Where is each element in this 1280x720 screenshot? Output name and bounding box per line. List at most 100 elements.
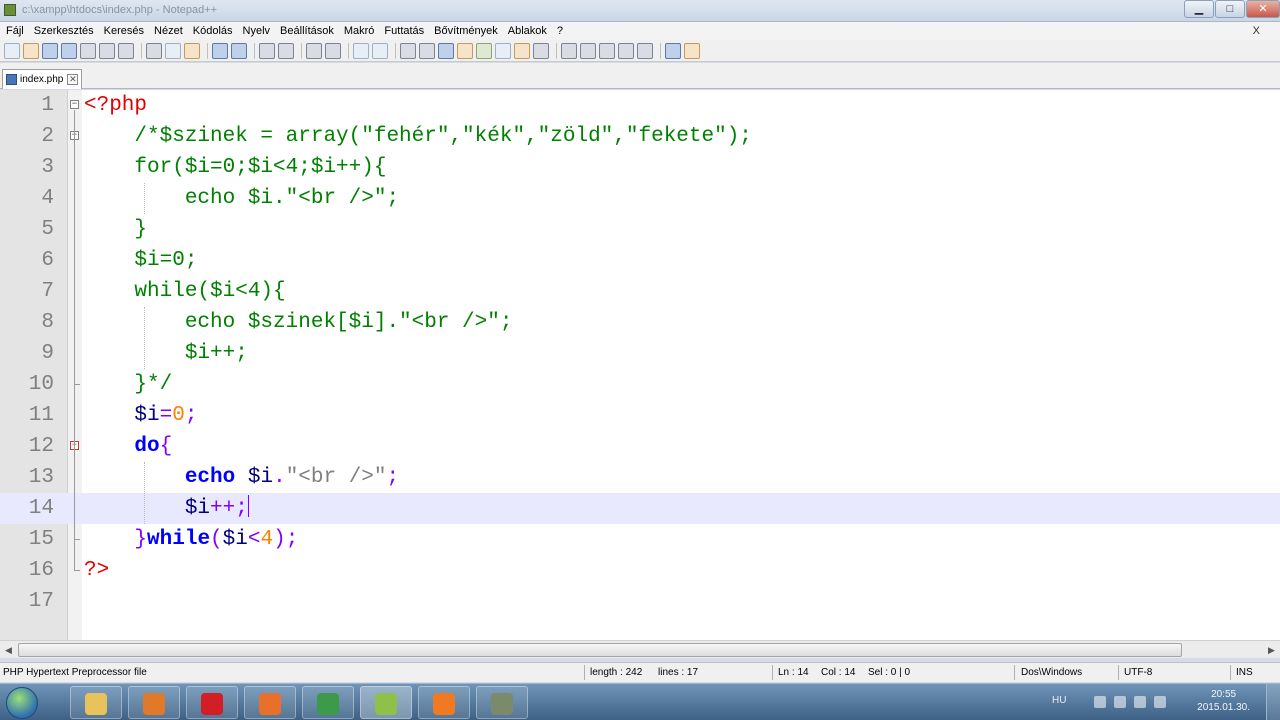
code-line[interactable]: 6 $i=0;	[0, 245, 1280, 276]
scroll-left-icon[interactable]: ◀	[0, 642, 17, 658]
menu-file[interactable]: Fájl	[6, 25, 24, 37]
start-button[interactable]	[6, 687, 38, 719]
menu-macro[interactable]: Makró	[344, 25, 375, 37]
code-editor[interactable]: 1 <?php 2 /*$szinek = array("fehér","kék",…	[0, 90, 1280, 640]
menu-settings[interactable]: Beállítások	[280, 25, 334, 37]
open-file-icon[interactable]	[23, 42, 39, 59]
show-all-chars-icon[interactable]	[419, 42, 435, 59]
zoom-out-icon[interactable]	[325, 42, 341, 59]
menu-edit[interactable]: Szerkesztés	[34, 25, 94, 37]
tray-arrow-icon[interactable]	[1094, 696, 1106, 708]
taskbar-app-button[interactable]	[128, 686, 180, 719]
network-icon[interactable]	[1134, 696, 1146, 708]
taskbar-app-button[interactable]	[244, 686, 296, 719]
word-wrap-icon[interactable]	[400, 42, 416, 59]
new-file-icon[interactable]	[4, 42, 20, 59]
fold-toggle-icon[interactable]: −	[70, 100, 79, 109]
monitor-icon[interactable]	[533, 42, 549, 59]
show-desktop-button[interactable]	[1266, 684, 1280, 720]
undo-icon[interactable]	[212, 42, 228, 59]
close-all-icon[interactable]	[99, 42, 115, 59]
save-icon[interactable]	[42, 42, 58, 59]
save-macro-icon[interactable]	[637, 42, 653, 59]
play-macro-icon[interactable]	[599, 42, 615, 59]
title-bar: c:\xampp\htdocs\index.php - Notepad++ ▁ …	[0, 0, 1280, 22]
zoom-in-icon[interactable]	[306, 42, 322, 59]
code-line[interactable]: 9 $i++;	[0, 338, 1280, 369]
code-line[interactable]: 3 for($i=0;$i<4;$i++){	[0, 152, 1280, 183]
line-number: 10	[28, 373, 54, 396]
copy-icon[interactable]	[165, 42, 181, 59]
code-line[interactable]: 13 echo $i."<br />";	[0, 462, 1280, 493]
taskbar-app-button[interactable]	[70, 686, 122, 719]
stop-record-icon[interactable]	[580, 42, 596, 59]
user-lang-icon[interactable]	[457, 42, 473, 59]
menu-window[interactable]: Ablakok	[508, 25, 547, 37]
taskbar-app-button[interactable]	[302, 686, 354, 719]
code-line[interactable]: 1 <?php	[0, 90, 1280, 121]
code-line[interactable]: 12 do{	[0, 431, 1280, 462]
folder-workspace-icon[interactable]	[514, 42, 530, 59]
code-token: .	[273, 466, 286, 489]
horizontal-scrollbar[interactable]: ◀ ▶	[0, 640, 1280, 658]
language-indicator[interactable]: HU	[1052, 695, 1066, 706]
menu-language[interactable]: Nyelv	[243, 25, 271, 37]
spell-check-icon[interactable]	[665, 42, 681, 59]
menu-search[interactable]: Keresés	[104, 25, 144, 37]
sync-h-icon[interactable]	[372, 42, 388, 59]
maximize-button[interactable]: □	[1215, 0, 1245, 18]
menu-help[interactable]: ?	[557, 25, 563, 37]
close-button[interactable]: ✕	[1246, 0, 1280, 18]
doc-map-icon[interactable]	[476, 42, 492, 59]
clock[interactable]: 20:55 2015.01.30.	[1197, 688, 1250, 714]
code-token: {	[159, 435, 173, 458]
toolbar-separator	[301, 42, 302, 59]
tab-index-php[interactable]: index.php ✕	[2, 69, 82, 89]
code-line[interactable]: 10 }*/	[0, 369, 1280, 400]
paste-icon[interactable]	[184, 42, 200, 59]
code-line[interactable]: 15 }while($i<4);	[0, 524, 1280, 555]
menu-encoding[interactable]: Kódolás	[193, 25, 233, 37]
close-document-button[interactable]: X	[1253, 25, 1260, 37]
indent-guide-icon[interactable]	[438, 42, 454, 59]
ftp-icon[interactable]	[684, 42, 700, 59]
redo-icon[interactable]	[231, 42, 247, 59]
cut-icon[interactable]	[146, 42, 162, 59]
find-icon[interactable]	[259, 42, 275, 59]
print-icon[interactable]	[118, 42, 134, 59]
play-multiple-icon[interactable]	[618, 42, 634, 59]
menu-run[interactable]: Futtatás	[384, 25, 424, 37]
code-line[interactable]: 7 while($i<4){	[0, 276, 1280, 307]
record-macro-icon[interactable]	[561, 42, 577, 59]
volume-icon[interactable]	[1154, 696, 1166, 708]
minimize-button[interactable]: ▁	[1184, 0, 1214, 18]
close-icon[interactable]	[80, 42, 96, 59]
save-all-icon[interactable]	[61, 42, 77, 59]
function-list-icon[interactable]	[495, 42, 511, 59]
tab-close-icon[interactable]: ✕	[67, 74, 79, 85]
code-token: <	[247, 528, 261, 551]
taskbar-app-button[interactable]	[418, 686, 470, 719]
taskbar-app-button[interactable]	[476, 686, 528, 719]
replace-icon[interactable]	[278, 42, 294, 59]
code-line[interactable]: 17	[0, 586, 1280, 617]
fold-line	[74, 451, 75, 540]
taskbar-app-button[interactable]	[360, 686, 412, 719]
code-line[interactable]: 8 echo $szinek[$i]."<br />";	[0, 307, 1280, 338]
code-token: }*/	[84, 373, 173, 396]
scroll-right-icon[interactable]: ▶	[1263, 642, 1280, 658]
taskbar-app-button[interactable]	[186, 686, 238, 719]
action-center-icon[interactable]	[1114, 696, 1126, 708]
code-token: $i	[134, 404, 160, 427]
code-line[interactable]: 4 echo $i."<br />";	[0, 183, 1280, 214]
scrollbar-thumb[interactable]	[18, 643, 1182, 657]
sync-v-icon[interactable]	[353, 42, 369, 59]
menu-view[interactable]: Nézet	[154, 25, 183, 37]
code-line[interactable]: 14 $i++;	[0, 493, 1280, 524]
code-line[interactable]: 11 $i=0;	[0, 400, 1280, 431]
code-line[interactable]: 16 ?>	[0, 555, 1280, 586]
menu-plugins[interactable]: Bővítmények	[434, 25, 498, 37]
code-line[interactable]: 2 /*$szinek = array("fehér","kék","zöld"…	[0, 121, 1280, 152]
code-line[interactable]: 5 }	[0, 214, 1280, 245]
